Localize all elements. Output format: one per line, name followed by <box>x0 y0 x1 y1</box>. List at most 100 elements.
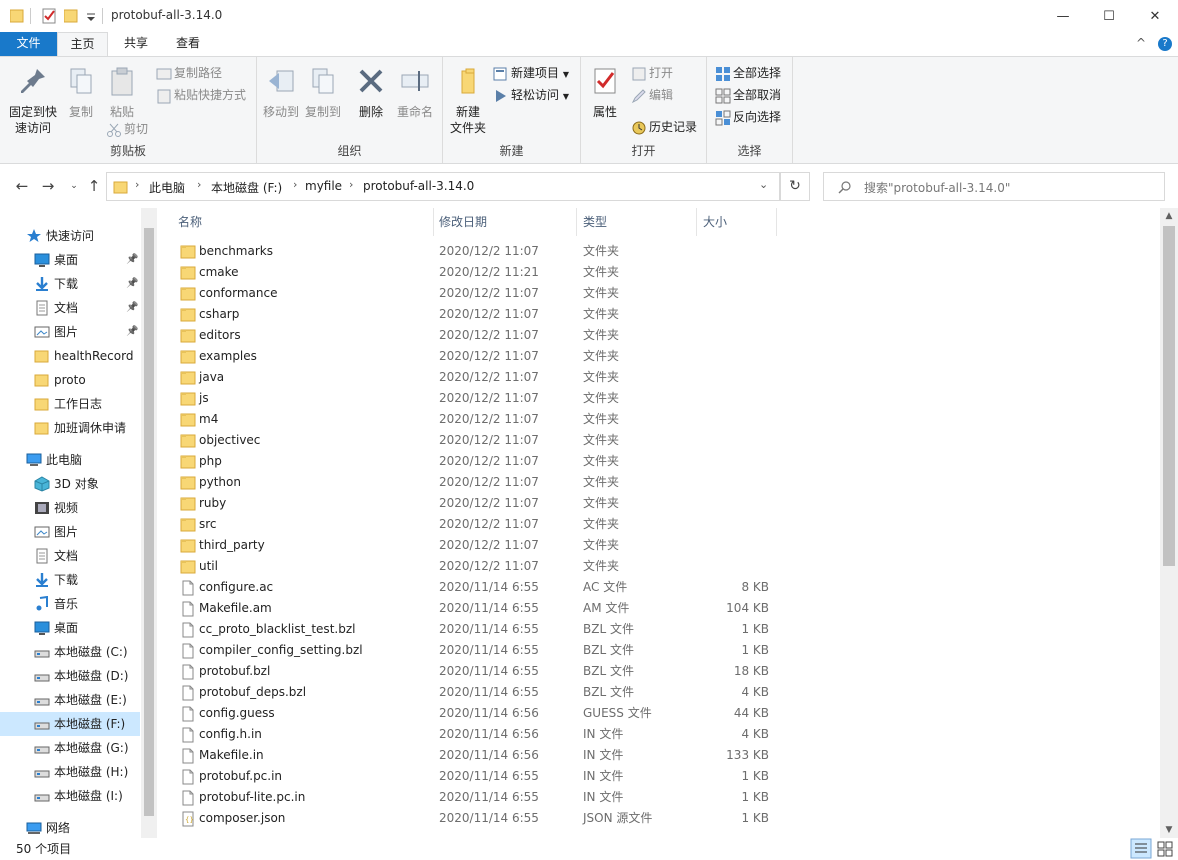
copy-path-button[interactable]: 复制路径 <box>156 63 222 83</box>
copy-button[interactable]: 复制 <box>64 65 98 120</box>
column-divider[interactable] <box>576 208 577 236</box>
nav-pc-item[interactable]: 下载 <box>0 568 140 592</box>
nav-pinned-item[interactable]: 图片 📌 <box>0 320 140 344</box>
file-list-scrollbar[interactable]: ▲ ▼ <box>1160 208 1178 838</box>
breadcrumb-myfile[interactable]: myfile <box>305 179 342 193</box>
up-button[interactable]: ↑ <box>84 176 104 196</box>
nav-pc-item[interactable]: 音乐 <box>0 592 140 616</box>
column-divider[interactable] <box>696 208 697 236</box>
edit-button[interactable]: 编辑 <box>631 85 673 105</box>
tab-share[interactable]: 共享 <box>114 32 158 56</box>
folder-row[interactable]: ruby 2020/12/2 11:07 文件夹 <box>166 493 1160 514</box>
properties-button[interactable]: 属性 <box>587 65 623 120</box>
nav-this-pc[interactable]: 此电脑 <box>0 448 140 472</box>
nav-pc-item[interactable]: 本地磁盘 (C:) <box>0 640 140 664</box>
move-to-button[interactable]: 移动到 <box>261 65 301 120</box>
folder-row[interactable]: php 2020/12/2 11:07 文件夹 <box>166 451 1160 472</box>
folder-row[interactable]: third_party 2020/12/2 11:07 文件夹 <box>166 535 1160 556</box>
rename-button[interactable]: 重命名 <box>393 65 437 120</box>
nav-scrollbar-thumb[interactable] <box>144 228 154 816</box>
file-row[interactable]: protobuf.pc.in 2020/11/14 6:55 IN 文件 1 KB <box>166 766 1160 787</box>
nav-pc-item[interactable]: 3D 对象 <box>0 472 140 496</box>
easy-access-button[interactable]: 轻松访问 ▼ <box>493 85 569 105</box>
minimize-button[interactable]: — <box>1040 0 1086 32</box>
nav-pc-item[interactable]: 本地磁盘 (I:) <box>0 784 140 808</box>
nav-pc-item[interactable]: 本地磁盘 (F:) <box>0 712 140 736</box>
breadcrumb-separator[interactable]: › <box>293 178 297 191</box>
folder-row[interactable]: m4 2020/12/2 11:07 文件夹 <box>166 409 1160 430</box>
file-row[interactable]: protobuf-lite.pc.in 2020/11/14 6:55 IN 文件 1… <box>166 787 1160 808</box>
nav-folder-item[interactable]: healthRecord <box>0 344 140 368</box>
folder-row[interactable]: util 2020/12/2 11:07 文件夹 <box>166 556 1160 577</box>
column-header-size[interactable]: 大小 <box>703 208 727 236</box>
new-folder-button[interactable]: 新建 文件夹 <box>447 65 489 136</box>
file-row[interactable]: compiler_config_setting.bzl 2020/11/14 6:… <box>166 640 1160 661</box>
folder-row[interactable]: cmake 2020/12/2 11:21 文件夹 <box>166 262 1160 283</box>
nav-folder-item[interactable]: proto <box>0 368 140 392</box>
folder-row[interactable]: examples 2020/12/2 11:07 文件夹 <box>166 346 1160 367</box>
file-row[interactable]: config.guess 2020/11/14 6:56 GUESS 文件 44 KB <box>166 703 1160 724</box>
nav-pinned-item[interactable]: 桌面 📌 <box>0 248 140 272</box>
tab-file[interactable]: 文件 <box>0 32 57 56</box>
folder-row[interactable]: java 2020/12/2 11:07 文件夹 <box>166 367 1160 388</box>
delete-button[interactable]: 删除 <box>353 65 389 120</box>
cut-button[interactable]: 剪切 <box>106 119 148 139</box>
properties-check-icon[interactable] <box>42 7 58 25</box>
maximize-button[interactable]: ☐ <box>1086 0 1132 32</box>
nav-scrollbar[interactable] <box>141 208 157 838</box>
pin-to-quick-access-button[interactable]: 固定到快速访问 <box>6 65 60 136</box>
address-history-dropdown-icon[interactable]: ⌄ <box>759 178 768 191</box>
nav-pc-item[interactable]: 文档 <box>0 544 140 568</box>
invert-selection-button[interactable]: 反向选择 <box>715 107 781 127</box>
open-button[interactable]: 打开 <box>631 63 673 83</box>
nav-pc-item[interactable]: 本地磁盘 (G:) <box>0 736 140 760</box>
folder-row[interactable]: python 2020/12/2 11:07 文件夹 <box>166 472 1160 493</box>
help-icon[interactable]: ? <box>1158 37 1172 51</box>
file-row[interactable]: protobuf_deps.bzl 2020/11/14 6:55 BZL 文件 4 … <box>166 682 1160 703</box>
file-row[interactable]: cc_proto_blacklist_test.bzl 2020/11/14 6:… <box>166 619 1160 640</box>
breadcrumb-separator[interactable]: › <box>135 178 139 191</box>
nav-quick-access[interactable]: 快速访问 <box>0 224 140 248</box>
paste-button[interactable]: 粘贴 <box>104 65 140 120</box>
breadcrumb-separator[interactable]: › <box>197 178 201 191</box>
search-box[interactable]: 搜索"protobuf-all-3.14.0" <box>823 172 1165 201</box>
file-list-scrollbar-thumb[interactable] <box>1163 226 1175 566</box>
history-button[interactable]: 历史记录 <box>631 117 697 137</box>
file-row[interactable]: configure.ac 2020/11/14 6:55 AC 文件 8 KB <box>166 577 1160 598</box>
back-button[interactable]: ← <box>12 176 32 196</box>
new-folder-qa-icon[interactable] <box>64 7 78 25</box>
file-row[interactable]: protobuf.bzl 2020/11/14 6:55 BZL 文件 18 KB <box>166 661 1160 682</box>
nav-pinned-item[interactable]: 下载 📌 <box>0 272 140 296</box>
breadcrumb-this-pc[interactable]: 此电脑 <box>149 179 185 196</box>
breadcrumb-separator[interactable]: › <box>349 178 353 191</box>
close-button[interactable]: ✕ <box>1132 0 1178 32</box>
scroll-up-arrow-icon[interactable]: ▲ <box>1160 208 1178 224</box>
nav-network[interactable]: 网络 <box>0 816 140 838</box>
collapse-ribbon-icon[interactable]: ^ <box>1136 36 1146 50</box>
paste-shortcut-button[interactable]: 粘贴快捷方式 <box>156 85 246 105</box>
nav-pc-item[interactable]: 本地磁盘 (H:) <box>0 760 140 784</box>
nav-folder-item[interactable]: 工作日志 <box>0 392 140 416</box>
column-divider[interactable] <box>433 208 434 236</box>
nav-folder-item[interactable]: 加班调休申请 <box>0 416 140 440</box>
nav-pinned-item[interactable]: 文档 📌 <box>0 296 140 320</box>
file-row[interactable]: config.h.in 2020/11/14 6:56 IN 文件 4 KB <box>166 724 1160 745</box>
nav-pc-item[interactable]: 视频 <box>0 496 140 520</box>
file-row[interactable]: Makefile.am 2020/11/14 6:55 AM 文件 104 KB <box>166 598 1160 619</box>
folder-row[interactable]: objectivec 2020/12/2 11:07 文件夹 <box>166 430 1160 451</box>
forward-button[interactable]: → <box>38 176 58 196</box>
nav-pc-item[interactable]: 桌面 <box>0 616 140 640</box>
select-none-button[interactable]: 全部取消 <box>715 85 781 105</box>
new-item-button[interactable]: 新建项目 ▼ <box>493 63 569 83</box>
breadcrumb-current-folder[interactable]: protobuf-all-3.14.0 <box>363 179 474 193</box>
folder-row[interactable]: csharp 2020/12/2 11:07 文件夹 <box>166 304 1160 325</box>
folder-row[interactable]: benchmarks 2020/12/2 11:07 文件夹 <box>166 241 1160 262</box>
file-row[interactable]: Makefile.in 2020/11/14 6:56 IN 文件 133 KB <box>166 745 1160 766</box>
folder-row[interactable]: conformance 2020/12/2 11:07 文件夹 <box>166 283 1160 304</box>
address-bar[interactable]: › 此电脑 › 本地磁盘 (F:) › myfile › protobuf-al… <box>106 172 780 201</box>
large-icons-view-icon[interactable] <box>1154 838 1176 859</box>
customize-qa-dropdown-icon[interactable] <box>85 7 97 25</box>
recent-locations-dropdown[interactable]: ⌄ <box>64 176 84 196</box>
nav-pc-item[interactable]: 本地磁盘 (D:) <box>0 664 140 688</box>
nav-pc-item[interactable]: 本地磁盘 (E:) <box>0 688 140 712</box>
